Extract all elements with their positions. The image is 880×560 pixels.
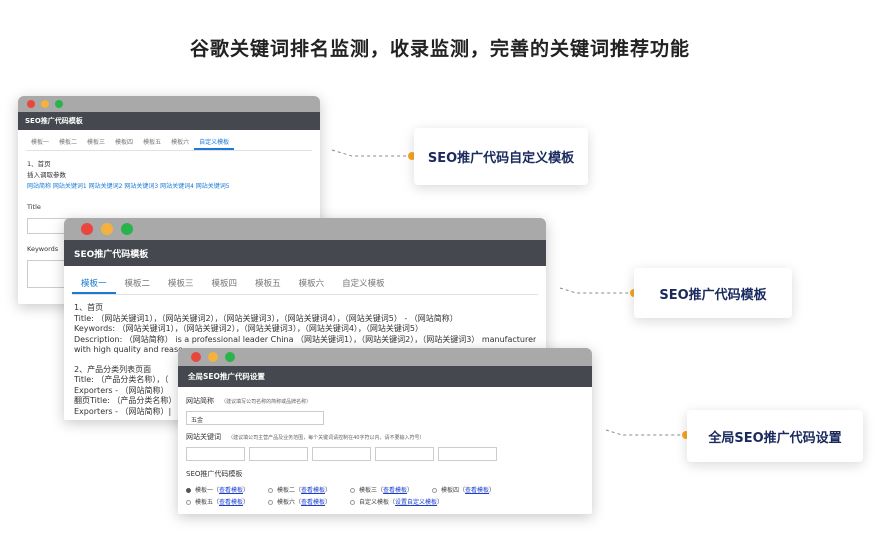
view-template-link[interactable]: 查看模板 [301,487,325,494]
template-line: Description: （网站简称） is a professional le… [74,334,536,344]
tab-template-6[interactable]: 模板六 [166,136,194,150]
template-option-6[interactable]: 模板六（查看模板） [268,497,350,506]
tab-template-1[interactable]: 模板一 [26,136,54,150]
site-name-label: 网站简称 [186,397,214,405]
tab-template-2[interactable]: 模板二 [116,274,160,294]
tab-template-3[interactable]: 模板三 [159,274,203,294]
keywords-hint: （建议填公司主营产品及业务范围，每个关键词请控制在40字符以内，请不要输入符号） [228,435,425,441]
radio-icon[interactable] [350,488,355,493]
keyword-input-2[interactable] [249,447,308,461]
close-window-icon[interactable] [81,223,93,235]
tab-custom-template[interactable]: 自定义模板 [333,274,394,294]
minimize-window-icon[interactable] [208,352,218,362]
site-name-input[interactable]: 五金 [186,411,324,425]
template-option-3[interactable]: 模板三（查看模板） [350,485,432,494]
callout-global-settings-label: 全局SEO推广代码设置 [708,430,842,446]
minimize-window-icon[interactable] [101,223,113,235]
option-label: 模板三 [359,487,378,494]
headline: 谷歌关键词排名监测，收录监测，完善的关键词推荐功能 [189,38,690,60]
tab-template-5[interactable]: 模板五 [246,274,290,294]
site-name-hint: （建议填写公司名称的简称或品牌名称） [221,399,312,405]
template-option-4[interactable]: 模板四（查看模板） [432,485,514,494]
tab-template-3[interactable]: 模板三 [82,136,110,150]
template-line: Keywords: （网站关键词1），（网站关键词2），（网站关键词3），（网站… [74,324,424,333]
connector-1 [331,149,416,160]
connector-2 [559,287,638,297]
keywords-label: 网站关键词 [186,433,221,441]
option-label: 模板五 [195,499,214,506]
param-links[interactable]: 网站简称 网站关键词1 网站关键词2 网站关键词3 网站关键词4 网站关键词5 [27,181,311,192]
template-options: 模板一（查看模板） 模板二（查看模板） 模板三（查看模板） 模板四（查看模板） … [186,485,584,506]
close-window-icon[interactable] [27,100,35,108]
maximize-window-icon[interactable] [121,223,133,235]
view-template-link[interactable]: 查看模板 [219,487,243,494]
radio-icon[interactable] [350,500,355,505]
keyword-input-4[interactable] [375,447,434,461]
connector-3 [605,429,690,439]
option-label: 模板四 [441,487,460,494]
maximize-window-icon[interactable] [55,100,63,108]
radio-checked-icon[interactable] [186,488,191,493]
maximize-window-icon[interactable] [225,352,235,362]
callout-custom-template-label: SEO推广代码自定义模板 [427,151,575,166]
template-label: SEO推广代码模板 [186,470,243,478]
template-option-2[interactable]: 模板二（查看模板） [268,485,350,494]
callout-custom-template: SEO推广代码自定义模板 [414,128,588,185]
tab-template-4[interactable]: 模板四 [203,274,247,294]
radio-icon[interactable] [268,500,273,505]
tab-custom-template[interactable]: 自定义模板 [194,136,235,150]
template-tabs: 模板一 模板二 模板三 模板四 模板五 模板六 自定义模板 [72,274,538,295]
radio-icon[interactable] [268,488,273,493]
option-label: 自定义模板 [359,499,390,506]
minimize-window-icon[interactable] [41,100,49,108]
view-template-link[interactable]: 查看模板 [219,499,243,506]
window-title: SEO推广代码模板 [18,112,320,130]
template-line: 1、首页 [74,303,104,312]
tab-template-1[interactable]: 模板一 [72,274,116,294]
tab-template-2[interactable]: 模板二 [54,136,82,150]
callout-template-label: SEO推广代码模板 [659,287,767,303]
template-option-1[interactable]: 模板一（查看模板） [186,485,268,494]
view-template-link[interactable]: 查看模板 [301,499,325,506]
template-option-custom[interactable]: 自定义模板（设置自定义模板） [350,497,490,506]
view-template-link[interactable]: 查看模板 [383,487,407,494]
template-option-5[interactable]: 模板五（查看模板） [186,497,268,506]
option-label: 模板二 [277,487,296,494]
radio-icon[interactable] [432,488,437,493]
view-template-link[interactable]: 查看模板 [465,487,489,494]
section-title: 1、首页 [27,160,51,168]
window-title: SEO推广代码模板 [64,240,546,266]
tab-template-6[interactable]: 模板六 [290,274,334,294]
window-chrome [64,218,546,240]
set-custom-template-link[interactable]: 设置自定义模板 [395,499,437,506]
window-title: 全局SEO推广代码设置 [178,366,592,387]
close-window-icon[interactable] [191,352,201,362]
callout-global-settings: 全局SEO推广代码设置 [687,410,863,462]
template-line: Title: （网站关键词1），（网站关键词2），（网站关键词3），（网站关键词… [74,313,458,323]
radio-icon[interactable] [186,500,191,505]
template-tabs: 模板一 模板二 模板三 模板四 模板五 模板六 自定义模板 [26,136,312,151]
tab-template-5[interactable]: 模板五 [138,136,166,150]
option-label: 模板六 [277,499,296,506]
keyword-input-3[interactable] [312,447,371,461]
option-label: 模板一 [195,487,214,494]
tab-template-4[interactable]: 模板四 [110,136,138,150]
title-label: Title [27,203,41,211]
window-chrome [18,96,320,112]
callout-template: SEO推广代码模板 [634,268,792,318]
insert-params-label: 插入调取参数 [27,171,66,179]
keyword-input-5[interactable] [438,447,497,461]
window-chrome [178,348,592,366]
keyword-input-1[interactable] [186,447,245,461]
global-settings-window: 全局SEO推广代码设置 网站简称 （建议填写公司名称的简称或品牌名称） 五金 网… [178,348,592,514]
